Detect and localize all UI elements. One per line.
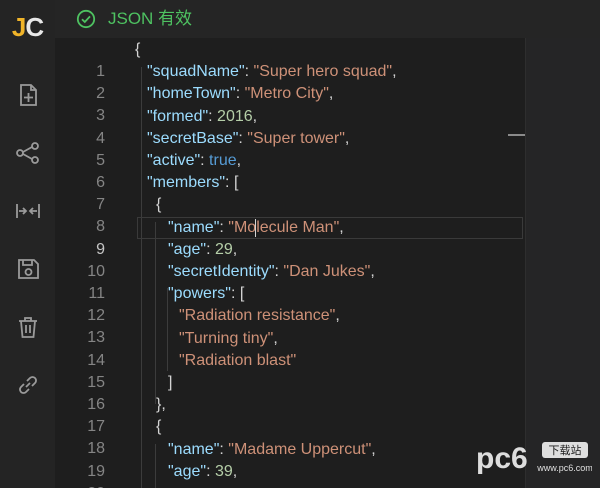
bracket-close: ]: [168, 374, 173, 391]
code-line[interactable]: 18 {: [55, 416, 525, 457]
app-logo: JC: [11, 12, 44, 42]
code-line[interactable]: 11 "secretIdentity": "Dan Jukes",: [55, 261, 525, 302]
code-line[interactable]: 10 "age": 29,: [55, 239, 525, 280]
app-window: JC JSON 有效 1 {2 "squadName": "Super her…: [0, 0, 600, 488]
save-icon: [17, 259, 39, 279]
code-line[interactable]: 17 },: [55, 394, 525, 435]
check-circle-icon: [76, 9, 96, 29]
compare-button[interactable]: [0, 189, 55, 233]
json-value: "Madame Uppercut": [228, 440, 372, 458]
link-button[interactable]: [0, 363, 55, 407]
save-button[interactable]: [0, 247, 55, 291]
code-line[interactable]: 5 "secretBase": "Super tower",: [55, 128, 525, 169]
code-line[interactable]: 4 "formed": 2016,: [55, 106, 525, 147]
text-cursor: [255, 219, 256, 237]
bracket-open: [: [239, 285, 245, 303]
json-value: 39: [214, 462, 233, 480]
link-icon: [18, 376, 37, 394]
json-value: true: [209, 152, 237, 169]
code-line[interactable]: 16 ]: [55, 372, 525, 413]
delete-button[interactable]: [0, 305, 55, 349]
json-key: "active": [147, 152, 201, 169]
tree-view-button[interactable]: [0, 131, 55, 175]
json-key: "powers": [168, 285, 231, 303]
new-file-button[interactable]: [0, 73, 55, 117]
json-key: "name": [168, 440, 220, 458]
code-line[interactable]: 6 "active": true,: [55, 150, 525, 191]
code-line[interactable]: 3 "homeTown": "Metro City",: [55, 83, 525, 124]
json-key: "secretBase": [147, 129, 239, 147]
brace-close: },: [156, 396, 166, 414]
tree-view-icon: [15, 142, 39, 164]
json-key: "secretIdentity": [168, 263, 275, 280]
json-value: "Radiation resistance": [179, 307, 336, 325]
json-value: "Metro City": [244, 85, 329, 103]
minimap[interactable]: [525, 38, 600, 488]
json-key: "formed": [147, 107, 209, 125]
svg-text:pc6: pc6: [476, 442, 528, 475]
bracket-open: [: [233, 174, 239, 192]
json-value: 2016: [217, 107, 253, 125]
json-key: "name": [168, 218, 220, 236]
json-key: "age": [168, 462, 207, 480]
json-value: "Radiation blast": [179, 351, 297, 369]
brace-open: {: [156, 418, 162, 436]
code-line[interactable]: 8 {: [55, 194, 525, 235]
brace-open: {: [135, 41, 141, 58]
status-bar: JSON 有效: [55, 0, 600, 38]
delete-icon: [18, 317, 37, 338]
json-value: "Super tower": [247, 129, 345, 147]
line-number: 20: [55, 483, 105, 488]
compare-icon: [15, 204, 40, 218]
code-line[interactable]: 7 "members": [: [55, 172, 525, 213]
code-line[interactable]: 20 "age": 39,: [55, 461, 525, 488]
code-line[interactable]: 9 "name": "Molecule Man",: [55, 217, 525, 258]
pc6-watermark-logo: pc6 下载站 www.pc6.com: [476, 442, 592, 475]
sidebar: JC: [0, 0, 55, 488]
json-value: 29: [214, 240, 233, 258]
code-line[interactable]: 2 "squadName": "Super hero squad",: [55, 61, 525, 102]
code-line[interactable]: 13 "Radiation resistance",: [55, 305, 525, 346]
json-key: "members": [147, 174, 226, 192]
code-editor[interactable]: 1 { 2 "squadName": "Super hero squad", 3…: [55, 38, 525, 488]
json-key: "age": [168, 240, 207, 258]
brace-open: {: [156, 196, 162, 214]
code-line[interactable]: 15 "Radiation blast": [55, 350, 525, 391]
code-line[interactable]: 14 "Turning tiny",: [55, 328, 525, 369]
json-value: "Turning tiny": [179, 329, 274, 347]
svg-text:下载站: 下载站: [549, 443, 582, 457]
new-file-icon: [19, 84, 37, 106]
code-line[interactable]: 1 {: [55, 39, 525, 80]
json-valid-status: JSON 有效: [108, 9, 193, 28]
json-key: "squadName": [147, 63, 245, 81]
code-line[interactable]: 19 "name": "Madame Uppercut",: [55, 439, 525, 480]
scroll-position-marker: [508, 134, 525, 136]
json-value: "Super hero squad": [253, 63, 393, 81]
json-value: "Molecule Man": [228, 218, 340, 236]
json-key: "homeTown": [147, 85, 236, 103]
svg-text:www.pc6.com: www.pc6.com: [536, 463, 592, 473]
code-line[interactable]: 12 "powers": [: [55, 283, 525, 324]
json-value: "Dan Jukes": [283, 263, 371, 280]
